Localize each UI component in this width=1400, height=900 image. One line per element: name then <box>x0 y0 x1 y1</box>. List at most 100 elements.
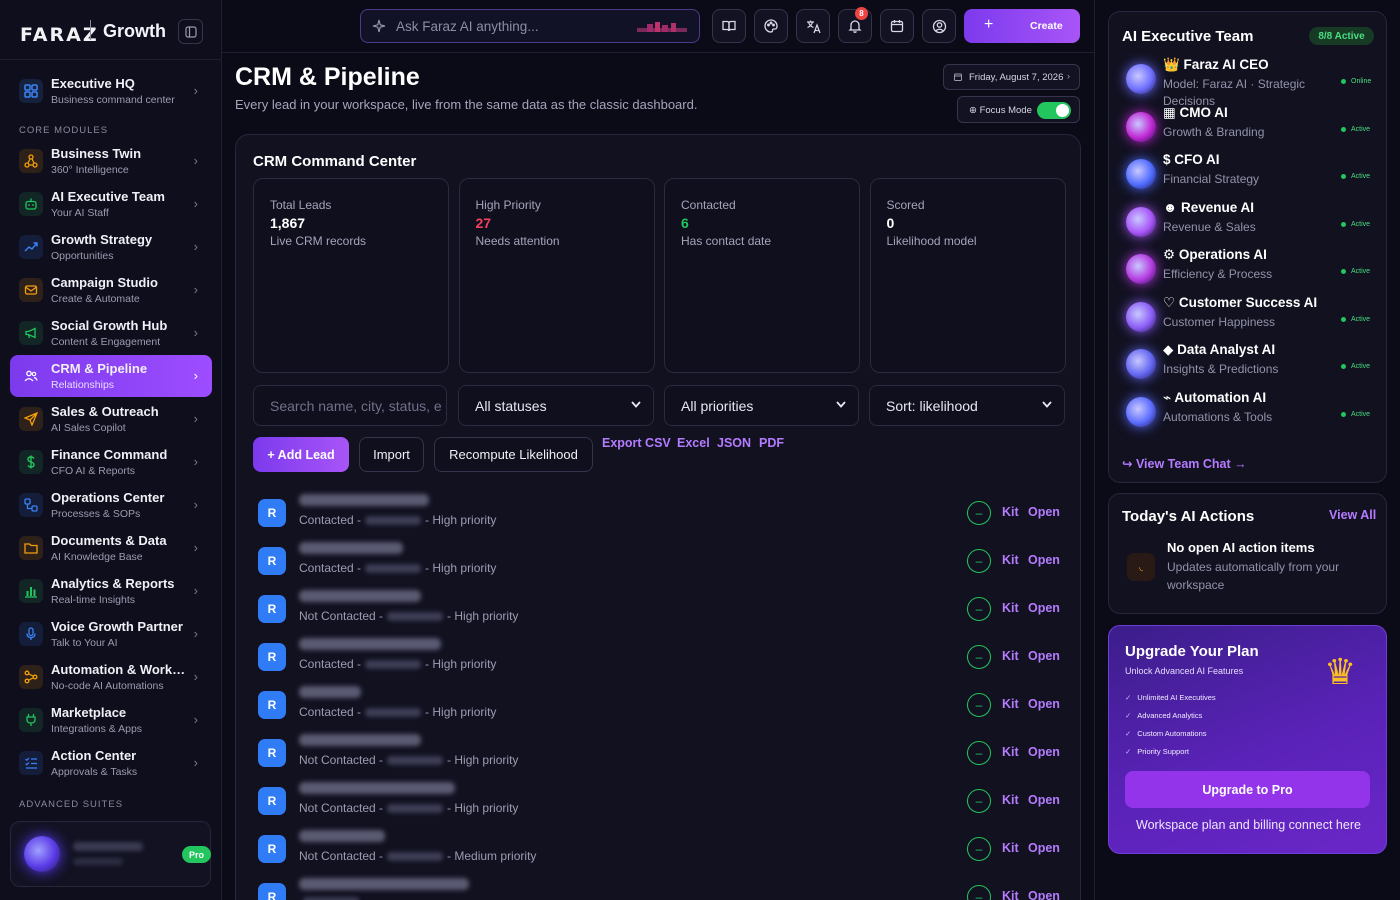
account-icon[interactable] <box>922 9 956 43</box>
lead-row[interactable]: R Not Contacted - - High priority – Kit Open <box>258 730 1064 776</box>
lead-kit-link[interactable]: Kit <box>1002 553 1019 567</box>
lead-kit-link[interactable]: Kit <box>1002 697 1019 711</box>
ai-actions-card: Today's AI Actions View All ◟ No open AI… <box>1108 493 1387 614</box>
sidebar-item-action-center[interactable]: Action Center Approvals & Tasks › <box>10 742 212 784</box>
lead-kit-link[interactable]: Kit <box>1002 649 1019 663</box>
sidebar-item-business-twin[interactable]: Business Twin 360° Intelligence › <box>10 140 212 182</box>
feature-label: Advanced Analytics <box>1137 711 1203 720</box>
ai-executive-item[interactable]: ♡ Customer Success AI Customer Happiness A… <box>1109 293 1388 340</box>
ask-ai-search-input[interactable]: Ask Faraz AI anything... <box>360 9 700 43</box>
billing-note: Workspace plan and billing connect here <box>1136 818 1361 832</box>
lead-row[interactable]: R Not Contacted - - Medium priority – Kit Ope… <box>258 826 1064 872</box>
lead-status-toggle[interactable]: – <box>967 837 991 861</box>
lead-status-toggle[interactable]: – <box>967 741 991 765</box>
lead-meta: Not Contacted - - High priority <box>299 753 518 767</box>
sidebar-item-finance-command[interactable]: Finance Command CFO AI & Reports › <box>10 441 212 483</box>
lead-open-link[interactable]: Open <box>1028 505 1060 519</box>
calendar-icon[interactable] <box>880 9 914 43</box>
ai-executive-item[interactable]: ⌁ Automation AI Automations & Tools Active <box>1109 388 1388 435</box>
lead-row[interactable]: R Contacted - - High priority – Kit Open <box>258 538 1064 584</box>
lead-status-toggle[interactable]: – <box>967 597 991 621</box>
lead-kit-link[interactable]: Kit <box>1002 601 1019 615</box>
export-csv-link[interactable]: Export CSV <box>602 436 671 450</box>
lead-meta: Contacted - - High priority <box>299 561 496 575</box>
notification-bell-icon[interactable]: 8 <box>838 7 872 43</box>
book-icon[interactable] <box>712 9 746 43</box>
create-button[interactable]: + Create <box>964 9 1080 43</box>
ai-executive-item[interactable]: ☻ Revenue AI Revenue & Sales Active <box>1109 198 1388 245</box>
export-json-link[interactable]: JSON <box>717 436 751 450</box>
import-button[interactable]: Import <box>359 437 424 472</box>
export-excel-link[interactable]: Excel <box>677 436 710 450</box>
lead-kit-link[interactable]: Kit <box>1002 841 1019 855</box>
lead-status-toggle[interactable]: – <box>967 501 991 525</box>
ai-executive-item[interactable]: ◆ Data Analyst AI Insights & Predictions A… <box>1109 340 1388 387</box>
ai-executive-item[interactable]: ▦ CMO AI Growth & Branding Active <box>1109 103 1388 150</box>
lead-open-link[interactable]: Open <box>1028 553 1060 567</box>
lead-kit-link[interactable]: Kit <box>1002 745 1019 759</box>
lead-status-toggle[interactable]: – <box>967 885 991 900</box>
ai-agent-role: Efficiency & Process <box>1163 267 1273 281</box>
lead-open-link[interactable]: Open <box>1028 745 1060 759</box>
sidebar-item-subtitle: CFO AI & Reports <box>51 465 136 477</box>
view-team-chat-link[interactable]: ↪ View Team Chat → <box>1122 456 1247 471</box>
lead-kit-link[interactable]: Kit <box>1002 793 1019 807</box>
sidebar-item-operations-center[interactable]: Operations Center Processes & SOPs › <box>10 484 212 526</box>
export-pdf-link[interactable]: PDF <box>759 436 784 450</box>
sidebar-item-voice-growth-partner[interactable]: Voice Growth Partner Talk to Your AI › <box>10 613 212 655</box>
ai-executive-item[interactable]: $ CFO AI Financial Strategy Active <box>1109 150 1388 197</box>
lead-open-link[interactable]: Open <box>1028 649 1060 663</box>
translate-icon[interactable] <box>796 9 830 43</box>
sidebar-item-crm-pipeline[interactable]: CRM & Pipeline Relationships › <box>10 355 212 397</box>
lead-status-toggle[interactable]: – <box>967 789 991 813</box>
add-lead-button[interactable]: + Add Lead <box>253 437 349 472</box>
sidebar-item-sales-outreach[interactable]: Sales & Outreach AI Sales Copilot › <box>10 398 212 440</box>
ai-executive-item[interactable]: ⚙ Operations AI Efficiency & Process Activ… <box>1109 245 1388 292</box>
sidebar-item-automation-workflows[interactable]: Automation & Workflows No-code AI Automat… <box>10 656 212 698</box>
lead-row[interactable]: R – Kit Open <box>258 874 1064 900</box>
sidebar-item-social-growth-hub[interactable]: Social Growth Hub Content & Engagement › <box>10 312 212 354</box>
lead-status-toggle[interactable]: – <box>967 693 991 717</box>
ai-executive-item[interactable]: 👑 Faraz AI CEO Model: Faraz AI · Strategi… <box>1109 55 1388 108</box>
lead-kit-link[interactable]: Kit <box>1002 505 1019 519</box>
avatar <box>24 836 60 872</box>
status-filter-select[interactable]: All statuses <box>458 385 654 426</box>
priority-filter-select[interactable]: All priorities <box>664 385 859 426</box>
lead-row[interactable]: R Contacted - - High priority – Kit Open <box>258 634 1064 680</box>
recompute-likelihood-button[interactable]: Recompute Likelihood <box>434 437 593 472</box>
lead-row[interactable]: R Not Contacted - - High priority – Kit Open <box>258 778 1064 824</box>
lead-kit-link[interactable]: Kit <box>1002 889 1019 900</box>
sidebar-item-ai-executive-team[interactable]: AI Executive Team Your AI Staff › <box>10 183 212 225</box>
lead-row[interactable]: R Contacted - - High priority – Kit Open <box>258 490 1064 536</box>
sidebar-item-analytics-reports[interactable]: Analytics & Reports Real-time Insights › <box>10 570 212 612</box>
lead-row[interactable]: R Contacted - - High priority – Kit Open <box>258 682 1064 728</box>
sidebar-item-documents-data[interactable]: Documents & Data AI Knowledge Base › <box>10 527 212 569</box>
lead-open-link[interactable]: Open <box>1028 793 1060 807</box>
sidebar-item-marketplace[interactable]: Marketplace Integrations & Apps › <box>10 699 212 741</box>
lead-status-toggle[interactable]: – <box>967 549 991 573</box>
lead-open-link[interactable]: Open <box>1028 889 1060 900</box>
user-profile-card[interactable]: Pro <box>10 821 211 887</box>
sidebar-item-growth-strategy[interactable]: Growth Strategy Opportunities › <box>10 226 212 268</box>
brand-logo[interactable]: FARAZ <box>20 24 99 46</box>
sidebar-item-campaign-studio[interactable]: Campaign Studio Create & Automate › <box>10 269 212 311</box>
lead-open-link[interactable]: Open <box>1028 697 1060 711</box>
lead-search-input[interactable]: Search name, city, status, e <box>253 385 447 426</box>
sidebar-item-executive-hq[interactable]: Executive HQ Business command center › <box>10 70 212 112</box>
upgrade-feature: ✓ Unlimited AI Executives <box>1125 693 1216 702</box>
collapse-sidebar-icon[interactable] <box>178 19 203 44</box>
stat-card-scored: Scored 0 Likelihood model <box>869 178 1066 373</box>
sort-select[interactable]: Sort: likelihood <box>869 385 1065 426</box>
focus-mode-toggle[interactable] <box>1037 102 1071 119</box>
date-picker[interactable]: Friday, August 7, 2026 › <box>943 64 1080 90</box>
palette-icon[interactable] <box>754 9 788 43</box>
lead-open-link[interactable]: Open <box>1028 841 1060 855</box>
view-all-actions-link[interactable]: View All <box>1329 508 1376 522</box>
topbar-divider <box>222 52 1094 53</box>
lead-open-link[interactable]: Open <box>1028 601 1060 615</box>
lead-status-toggle[interactable]: – <box>967 645 991 669</box>
stat-value: 27 <box>475 215 492 231</box>
crm-command-center: CRM Command Center Total Leads 1,867 Live … <box>235 134 1081 900</box>
lead-row[interactable]: R Not Contacted - - High priority – Kit Open <box>258 586 1064 632</box>
upgrade-to-pro-button[interactable]: Upgrade to Pro <box>1125 771 1370 808</box>
